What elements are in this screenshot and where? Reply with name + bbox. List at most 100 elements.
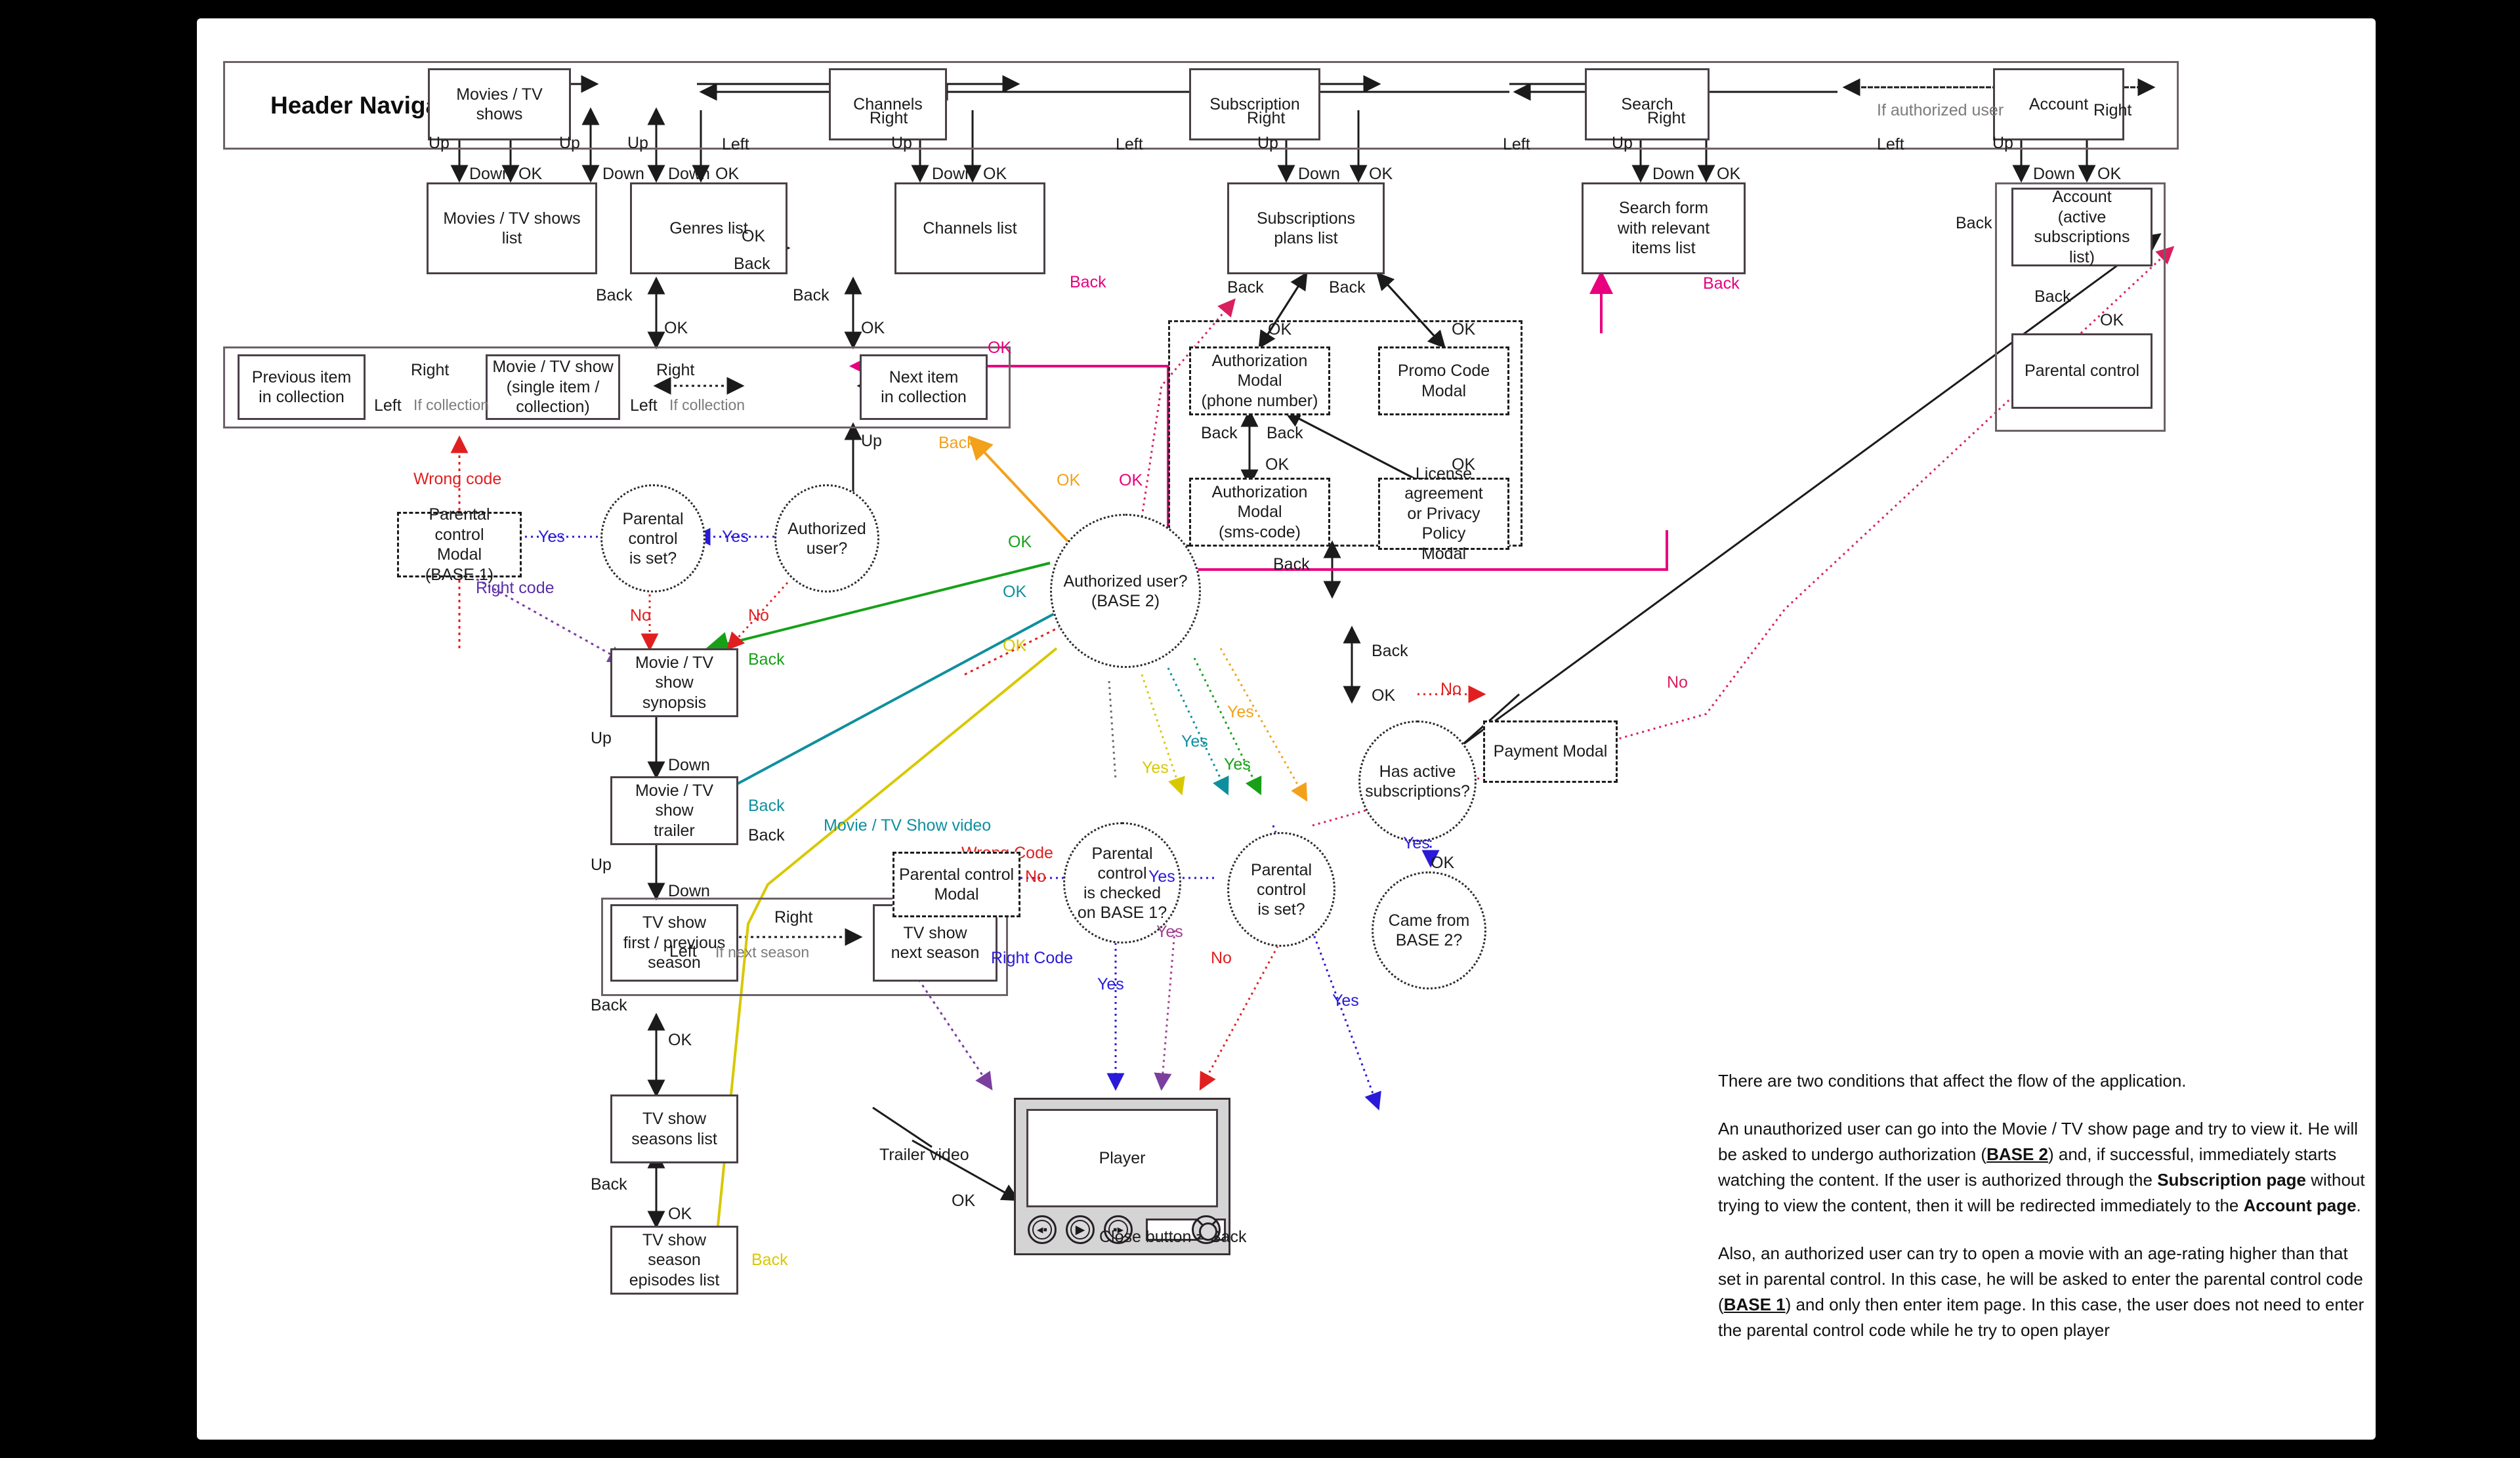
edge-label-no: No (1667, 673, 1688, 692)
edge-label-up: Up (591, 856, 612, 874)
node-parental-control-is-set-mid[interactable]: Parental control is set? (1227, 832, 1335, 947)
edge-label-up: Up (861, 432, 882, 450)
edge-label-back: Back (1372, 642, 1408, 660)
edge-label-yes-orange: Yes (1227, 703, 1254, 721)
node-channels-list[interactable]: Channels list (894, 182, 1045, 274)
node-label: Parental control Modal (898, 865, 1015, 904)
node-label: Authorization Modal (phone number) (1201, 351, 1318, 410)
edge-label-down: Down (668, 165, 710, 183)
node-label: Authorized user? (BASE 2) (1063, 572, 1188, 610)
edge-label-back: Back (748, 826, 785, 844)
node-search-form[interactable]: Search form with relevant items list (1582, 182, 1746, 274)
forward-icon: ▪▸ (1112, 1222, 1124, 1237)
edge-label-no: No (1211, 949, 1232, 967)
header-item-movies-tv-shows[interactable]: Movies / TV shows (428, 68, 571, 140)
play-button[interactable]: ▶ (1066, 1215, 1095, 1244)
edge-label-left: Left (722, 135, 749, 154)
edge-label-yes: Yes (722, 528, 749, 546)
edge-label-ok-yellow: OK (1003, 636, 1027, 655)
edge-label-ok: OK (1717, 165, 1741, 183)
edge-label-back: Back (591, 1175, 627, 1194)
edge-label-ok: OK (2097, 165, 2122, 183)
edge-label-right: Right (1647, 109, 1686, 127)
edge-label-left: Left (630, 396, 658, 415)
node-parental-control-modal-mid[interactable]: Parental control Modal (892, 852, 1020, 917)
edge-label-down: Down (668, 756, 710, 774)
node-subscriptions-plans-list[interactable]: Subscriptions plans list (1227, 182, 1385, 274)
screenshot-root: Header Navigation Movies / TV shows Chan… (0, 0, 2520, 1458)
edge-label-ok: OK (952, 1192, 976, 1210)
node-movies-tv-shows-list[interactable]: Movies / TV shows list (427, 182, 597, 274)
note-account-ref: Account page (2243, 1196, 2357, 1215)
edge-label-back-magenta: Back (1070, 273, 1106, 291)
node-label: Parental control is set? (622, 509, 684, 568)
header-item-channels[interactable]: Channels (829, 68, 947, 140)
edge-label-if-collection: If collection (413, 396, 490, 413)
node-tvshow-seasons-list[interactable]: TV show seasons list (610, 1094, 738, 1163)
edge-label-up: Up (1612, 134, 1633, 152)
edge-label-ok: OK (1452, 455, 1476, 474)
node-payment-modal[interactable]: Payment Modal (1483, 720, 1618, 783)
node-label: Movie / TV show synopsis (635, 653, 714, 712)
node-account-active-subscriptions[interactable]: Account (active subscriptions list) (2011, 188, 2152, 266)
node-authorized-user-base2[interactable]: Authorized user? (BASE 2) (1050, 514, 1201, 668)
edge-label-no: No (748, 606, 769, 625)
edge-label-yes: Yes (1403, 834, 1430, 852)
edge-label-if-collection: If collection (669, 396, 746, 413)
edge-label-back: Back (1329, 278, 1366, 297)
edge-label-ok-teal: OK (1003, 583, 1027, 601)
note-paragraph-3: Also, an authorized user can try to open… (1718, 1241, 2374, 1343)
edge-label-down: Down (602, 165, 644, 183)
note-base1-ref: BASE 1 (1723, 1295, 1786, 1314)
node-license-agreement-modal[interactable]: License agreement or Privacy Policy Modal (1378, 465, 1509, 563)
edge-label-ok: OK (1372, 686, 1396, 705)
rewind-button[interactable]: ◂▪ (1028, 1215, 1057, 1244)
edge-label-yes: Yes (1332, 991, 1359, 1010)
edge-label-right: Right (870, 109, 908, 127)
edge-label-back: Back (734, 255, 770, 273)
node-previous-item-in-collection[interactable]: Previous item in collection (238, 354, 366, 420)
rewind-icon: ◂▪ (1036, 1222, 1048, 1237)
note-base2-ref: BASE 2 (1986, 1144, 2048, 1164)
edge-label-back-yellow: Back (751, 1251, 788, 1269)
edge-label-trailer-video: Trailer video (879, 1146, 969, 1164)
edge-label-back: Back (793, 286, 830, 304)
edge-label-ok: OK (2100, 311, 2124, 329)
node-parental-control[interactable]: Parental control (2011, 333, 2152, 409)
node-movie-tv-show-trailer[interactable]: Movie / TV show trailer (610, 776, 738, 845)
edge-label-right: Right (1247, 109, 1286, 127)
node-parental-control-modal-base1[interactable]: Parental control Modal (BASE 1) (397, 505, 522, 584)
edge-label-ok-magenta: OK (1119, 471, 1143, 489)
node-promo-code-modal[interactable]: Promo Code Modal (1378, 346, 1509, 415)
forward-button[interactable]: ▪▸ (1104, 1215, 1133, 1244)
edge-label-right: Right (774, 908, 813, 927)
edge-label-yes: Yes (1097, 975, 1124, 993)
node-authorization-modal-sms[interactable]: Authorization Modal (sms-code) (1189, 478, 1330, 547)
edge-label-yes: Yes (1148, 867, 1175, 886)
node-movie-tv-show-synopsis[interactable]: Movie / TV show synopsis (610, 648, 738, 717)
edge-label-up: Up (1992, 134, 2013, 152)
node-movie-tv-show-single-item[interactable]: Movie / TV show (single item / collection) (486, 354, 620, 420)
node-has-active-subscriptions[interactable]: Has active subscriptions? (1358, 720, 1477, 842)
edge-label-down: Down (932, 165, 974, 183)
note-text: ) and only then enter item page. In this… (1718, 1295, 2364, 1340)
edge-label-left: Left (669, 942, 697, 961)
node-came-from-base2[interactable]: Came from BASE 2? (1372, 871, 1486, 989)
node-label: Authorized user? (788, 519, 866, 558)
node-parental-control-is-set-top[interactable]: Parental control is set? (600, 484, 705, 593)
node-label: Subscriptions plans list (1256, 209, 1356, 248)
edge-label-ok: OK (742, 227, 766, 245)
edge-label-down: Down (1298, 165, 1340, 183)
node-next-item-in-collection[interactable]: Next item in collection (860, 354, 988, 420)
edge-label-ok: OK (1452, 320, 1476, 339)
header-item-subscription[interactable]: Subscription (1189, 68, 1320, 140)
node-authorized-user-top[interactable]: Authorized user? (774, 484, 879, 593)
edge-label-ok: OK (518, 165, 543, 183)
edge-label-left: Left (1116, 135, 1143, 154)
edge-label-right-code: Right code (476, 579, 555, 597)
node-tvshow-season-episodes-list[interactable]: TV show season episodes list (610, 1226, 738, 1295)
header-item-search[interactable]: Search (1585, 68, 1710, 140)
node-label: Promo Code Modal (1397, 362, 1490, 400)
node-authorization-modal-phone[interactable]: Authorization Modal (phone number) (1189, 346, 1330, 415)
node-label: TV show season episodes list (629, 1230, 720, 1289)
